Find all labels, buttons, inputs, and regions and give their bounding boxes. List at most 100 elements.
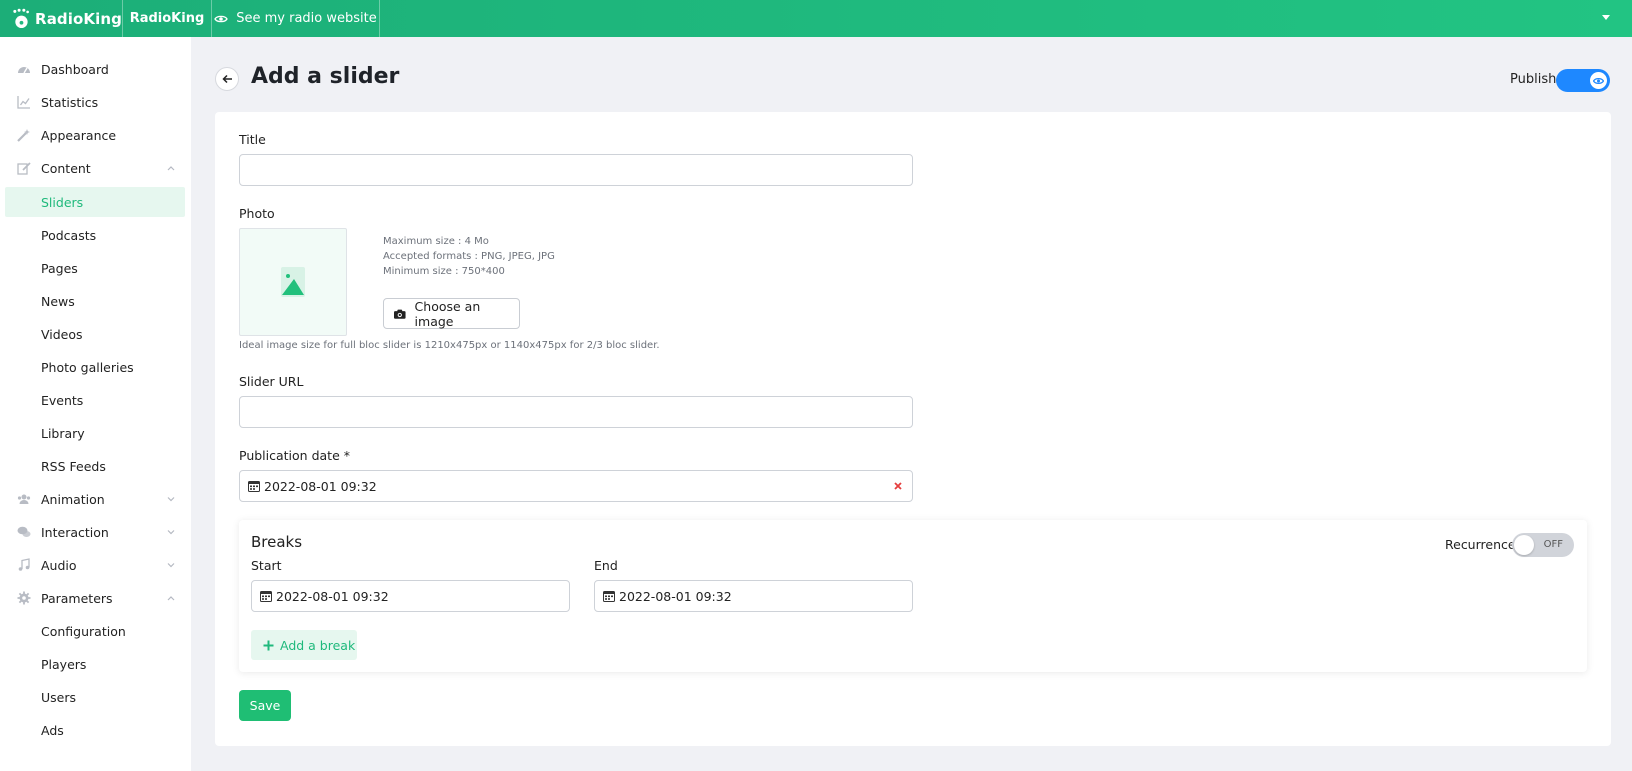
title-input[interactable] [239,154,913,186]
break-start-input[interactable]: 2022-08-01 09:32 [251,580,570,612]
see-website-link[interactable]: See my radio website [212,0,380,37]
publication-date-input[interactable]: 2022-08-01 09:32 [239,470,913,502]
photo-label: Photo [239,206,275,221]
publish-toggle[interactable] [1556,69,1610,92]
choose-image-button[interactable]: Choose an image [383,298,520,329]
sidebar-item-label: Animation [41,491,105,507]
sidebar-item-ads[interactable]: Ads [5,715,185,745]
title-label: Title [239,132,266,147]
sidebar-item-interaction[interactable]: Interaction [5,517,185,547]
add-break-label: Add a break [280,637,356,653]
page-title: Add a slider [251,64,400,89]
sidebar-item-animation[interactable]: Animation [5,484,185,514]
arrow-left-icon [221,74,232,84]
calendar-icon [603,591,615,602]
sidebar-item-label: Events [41,392,84,408]
slider-url-input[interactable] [239,396,913,428]
sidebar-item-label: RSS Feeds [41,458,106,474]
sidebar-item-label: Content [41,160,91,176]
sidebar-item-label: Sliders [41,194,84,210]
sidebar-item-sliders[interactable]: Sliders [5,187,185,217]
sidebar-item-label: Parameters [41,590,113,606]
sidebar-item-label: Dashboard [41,61,109,77]
sidebar-item-configuration[interactable]: Configuration [5,616,185,646]
sidebar-item-label: Podcasts [41,227,97,243]
sidebar-item-audio[interactable]: Audio [5,550,185,580]
sidebar-item-appearance[interactable]: Appearance [5,120,185,150]
break-end-input[interactable]: 2022-08-01 09:32 [594,580,913,612]
sidebar-item-label: Ads [41,722,64,738]
comments-icon [17,526,31,537]
sidebar-item-label: Photo galleries [41,359,134,375]
chevron-down-icon [167,497,175,502]
logo[interactable]: RadioKing [0,0,123,37]
edit-icon [17,162,31,175]
publish-toggle-knob [1590,72,1607,89]
break-start-value: 2022-08-01 09:32 [276,589,389,604]
image-placeholder-icon [281,267,305,297]
chevron-up-icon [167,596,175,601]
camera-icon [394,309,406,319]
slider-url-label: Slider URL [239,374,304,389]
sidebar-item-label: Videos [41,326,83,342]
break-end-label: End [594,558,618,573]
music-icon [18,558,30,571]
sidebar-item-pages[interactable]: Pages [5,253,185,283]
radioking-logo-icon [13,8,29,28]
recurrence-label: Recurrence [1445,537,1516,552]
account-dropdown-caret-icon[interactable] [1602,15,1610,20]
ideal-size-note: Ideal image size for full bloc slider is… [239,340,660,351]
sidebar-item-label: Configuration [41,623,126,639]
gear-icon [17,591,31,605]
publication-date-value: 2022-08-01 09:32 [264,479,377,494]
sidebar-item-rss-feeds[interactable]: RSS Feeds [5,451,185,481]
save-button[interactable]: Save [239,690,291,721]
sidebar-item-users[interactable]: Users [5,682,185,712]
sidebar-item-label: Users [41,689,77,705]
plus-icon [263,640,274,650]
sidebar: Dashboard Statistics Appearance Content … [0,37,191,771]
publication-date-label: Publication date * [239,448,350,463]
eye-icon [1593,77,1604,84]
sidebar-item-events[interactable]: Events [5,385,185,415]
users-icon [17,494,31,504]
sidebar-item-news[interactable]: News [5,286,185,316]
breaks-title: Breaks [251,533,303,551]
photo-accepted-formats: Accepted formats : PNG, JPEG, JPG [383,251,555,262]
sidebar-item-label: Pages [41,260,78,276]
see-website-label: See my radio website [236,11,377,26]
sidebar-item-photo-galleries[interactable]: Photo galleries [5,352,185,382]
dashboard-icon [18,67,30,74]
chevron-down-icon [167,530,175,535]
sidebar-item-dashboard[interactable]: Dashboard [5,54,185,84]
add-break-button[interactable]: Add a break [251,630,357,660]
eye-icon [214,15,228,22]
sidebar-item-podcasts[interactable]: Podcasts [5,220,185,250]
sidebar-item-players[interactable]: Players [5,649,185,679]
sidebar-item-videos[interactable]: Videos [5,319,185,349]
sidebar-item-content[interactable]: Content [5,153,185,183]
recurrence-toggle[interactable]: OFF [1512,533,1574,557]
sidebar-item-label: Statistics [41,94,99,110]
sidebar-item-label: Interaction [41,524,109,540]
clear-date-icon[interactable] [893,481,903,491]
recurrence-toggle-knob [1514,535,1534,555]
sidebar-item-label: Players [41,656,87,672]
chevron-up-icon [167,166,175,171]
sidebar-item-label: Library [41,425,85,441]
sidebar-item-statistics[interactable]: Statistics [5,87,185,117]
photo-min-size: Minimum size : 750*400 [383,266,505,277]
photo-dropzone[interactable] [239,228,347,336]
top-bar: RadioKing RadioKing See my radio website [0,0,1632,37]
radio-name[interactable]: RadioKing [123,0,212,37]
sidebar-item-label: News [41,293,75,309]
recurrence-state: OFF [1543,539,1563,550]
calendar-icon [260,591,272,602]
sidebar-item-label: Appearance [41,127,117,143]
chart-icon [17,96,30,109]
sidebar-item-library[interactable]: Library [5,418,185,448]
back-button[interactable] [215,67,239,91]
calendar-icon [248,481,260,492]
chevron-down-icon [167,563,175,568]
sidebar-item-parameters[interactable]: Parameters [5,583,185,613]
